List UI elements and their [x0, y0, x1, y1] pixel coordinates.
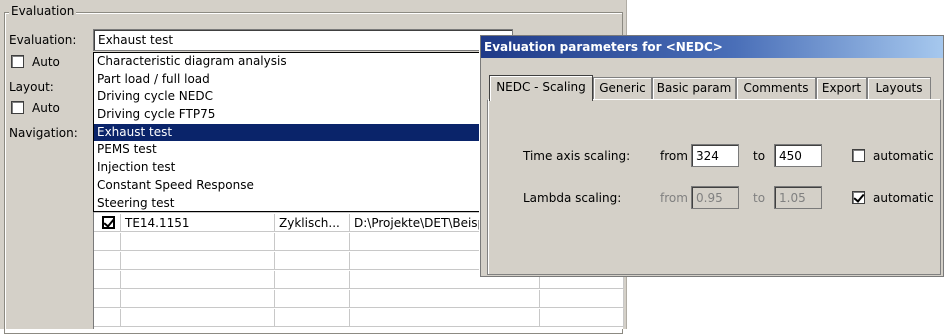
checkbox-cell: [94, 309, 121, 327]
evaluation-dropdown-list[interactable]: Characteristic diagram analysis Part load…: [93, 52, 488, 212]
type-cell: [275, 252, 350, 270]
type-cell: [275, 290, 350, 308]
dropdown-option[interactable]: Part load / full load: [94, 71, 487, 89]
auto-label-evaluation: Auto: [32, 55, 60, 69]
dropdown-option[interactable]: Driving cycle NEDC: [94, 88, 487, 106]
lambda-to-input[interactable]: 1.05: [774, 186, 822, 209]
name-cell: TE14.1151: [121, 214, 275, 232]
tab-export[interactable]: Export: [816, 77, 867, 99]
dropdown-option[interactable]: Injection test: [94, 159, 487, 177]
checkbox-cell: [94, 252, 121, 270]
group-caption: Evaluation: [9, 4, 77, 18]
path-cell: [350, 290, 540, 308]
type-cell: [275, 271, 350, 289]
time-axis-label: Time axis scaling:: [523, 149, 631, 163]
checkbox-cell: [94, 233, 121, 251]
evaluation-label: Evaluation:: [9, 33, 77, 47]
time-from-label: from: [660, 149, 688, 163]
path-cell: [350, 309, 540, 327]
type-cell: [275, 233, 350, 251]
navigation-label: Navigation:: [9, 126, 78, 140]
dropdown-option[interactable]: Characteristic diagram analysis: [94, 53, 487, 71]
evaluation-combobox[interactable]: Exhaust test: [93, 29, 513, 51]
lambda-from-input[interactable]: 0.95: [691, 186, 739, 209]
time-automatic-label: automatic: [873, 149, 934, 163]
lambda-automatic-checkbox[interactable]: [852, 191, 865, 204]
table-row[interactable]: [94, 309, 624, 327]
lambda-from-label: from: [660, 191, 688, 205]
dropdown-option[interactable]: Steering test: [94, 195, 487, 213]
time-to-input[interactable]: 450: [774, 144, 822, 167]
dropdown-option[interactable]: Exhaust test: [94, 123, 487, 142]
tab-nedc-scaling[interactable]: NEDC - Scaling: [489, 75, 593, 101]
time-automatic-checkbox[interactable]: [852, 149, 865, 162]
layout-label: Layout:: [9, 80, 54, 94]
evaluation-parameters-dialog: Evaluation parameters for <NEDC> NEDC - …: [480, 35, 944, 277]
tab-generic[interactable]: Generic: [593, 77, 652, 99]
name-cell: [121, 290, 275, 308]
name-cell: [121, 271, 275, 289]
type-cell: Zyklisch...: [275, 214, 350, 232]
lambda-scaling-label: Lambda scaling:: [523, 191, 622, 205]
name-cell: [121, 252, 275, 270]
checkbox-cell: [94, 214, 121, 232]
lambda-automatic-label: automatic: [873, 191, 934, 205]
auto-checkbox-layout[interactable]: [11, 101, 24, 114]
row-checkbox[interactable]: [102, 216, 115, 229]
extra-cell: [540, 290, 624, 308]
name-cell: [121, 309, 275, 327]
dropdown-option[interactable]: Constant Speed Response: [94, 177, 487, 195]
tab-comments[interactable]: Comments: [736, 77, 816, 99]
auto-label-layout: Auto: [32, 101, 60, 115]
dialog-titlebar[interactable]: Evaluation parameters for <NEDC>: [481, 36, 943, 58]
checkbox-cell: [94, 271, 121, 289]
tab-basic-param[interactable]: Basic param: [652, 77, 736, 99]
tab-panel-nedc-scaling: Time axis scaling: from 324 to 450 autom…: [487, 99, 941, 275]
tab-layouts[interactable]: Layouts: [867, 77, 931, 99]
name-cell: [121, 233, 275, 251]
dropdown-option[interactable]: PEMS test: [94, 141, 487, 159]
extra-cell: [540, 309, 624, 327]
time-from-input[interactable]: 324: [691, 144, 739, 167]
checkbox-cell: [94, 290, 121, 308]
table-row[interactable]: [94, 290, 624, 308]
type-cell: [275, 309, 350, 327]
time-to-label: to: [753, 149, 766, 163]
lambda-to-label: to: [753, 191, 766, 205]
dropdown-option[interactable]: Driving cycle FTP75: [94, 106, 487, 124]
auto-checkbox-evaluation[interactable]: [11, 55, 24, 68]
